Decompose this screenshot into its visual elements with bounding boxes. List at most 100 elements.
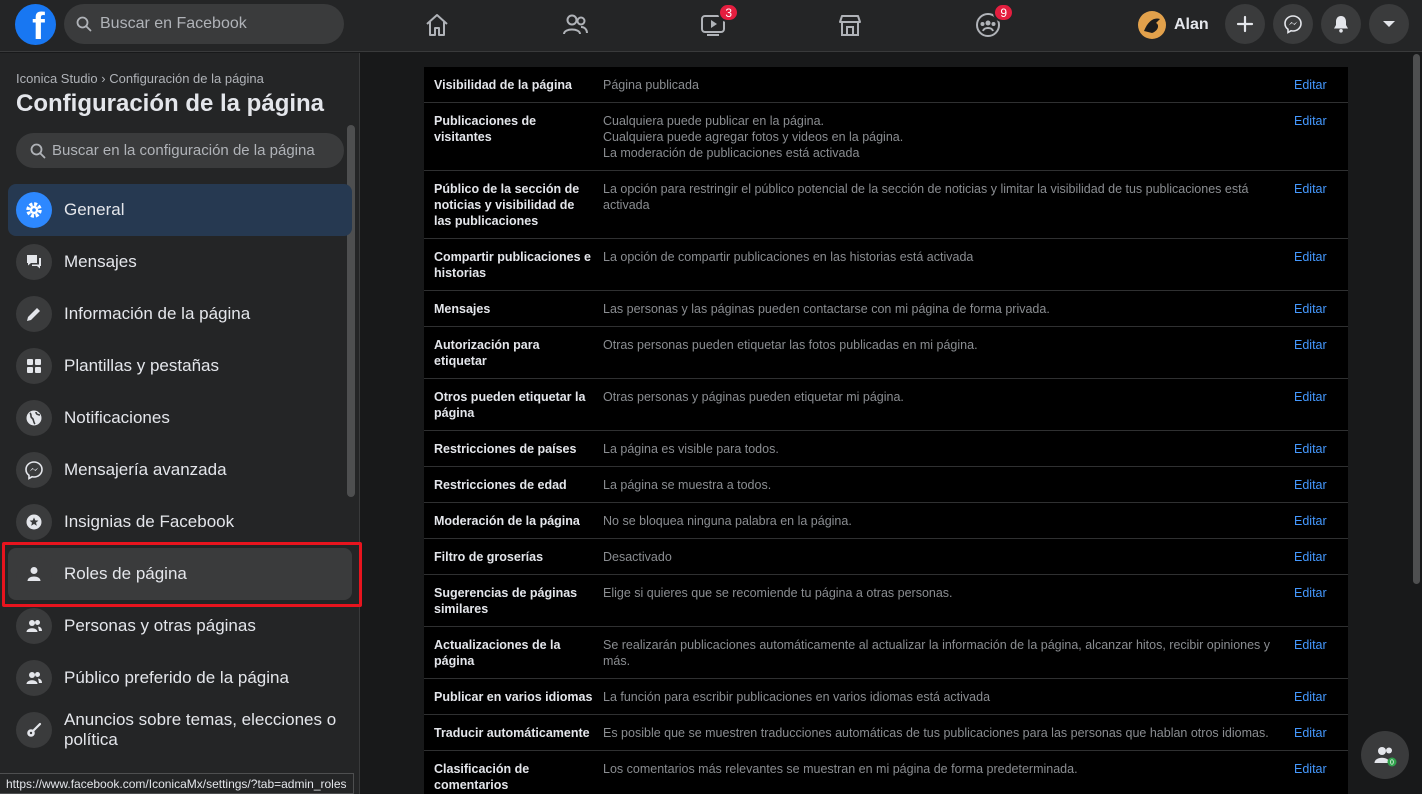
settings-menu: General Mensajes Información de la págin… [8, 184, 352, 756]
sidebar-item-facebook-badges[interactable]: Insignias de Facebook [8, 496, 352, 548]
edit-link[interactable]: Editar [1294, 337, 1348, 369]
edit-link[interactable]: Editar [1294, 637, 1348, 669]
edit-link[interactable]: Editar [1294, 477, 1348, 493]
sidebar-item-preferred-audience[interactable]: Público preferido de la página [8, 652, 352, 704]
sidebar-item-label: General [64, 200, 125, 219]
edit-link[interactable]: Editar [1294, 301, 1348, 317]
people-icon [26, 672, 42, 684]
settings-row: Visibilidad de la página Página publicada… [424, 67, 1348, 103]
edit-link[interactable]: Editar [1294, 181, 1348, 229]
account-menu-button[interactable] [1369, 4, 1409, 44]
globe-icon [26, 410, 42, 426]
settings-row: Traducir automáticamente Es posible que s… [424, 715, 1348, 751]
pencil-icon [27, 308, 40, 321]
settings-row-label: Moderación de la página [434, 514, 580, 528]
edit-link[interactable]: Editar [1294, 249, 1348, 281]
edit-link[interactable]: Editar [1294, 689, 1348, 705]
settings-row-value: Los comentarios más relevantes se muestr… [603, 762, 1078, 776]
person-icon [27, 567, 41, 581]
marketplace-nav[interactable] [830, 6, 870, 44]
profile-name: Alan [1174, 16, 1209, 33]
edit-link[interactable]: Editar [1294, 389, 1348, 421]
plus-icon [1236, 15, 1254, 33]
edit-link[interactable]: Editar [1294, 761, 1348, 793]
settings-row-value: La página es visible para todos. [603, 442, 779, 456]
sidebar-item-label: Público preferido de la página [64, 668, 289, 687]
settings-row-label: Otros pueden etiquetar la página [434, 390, 586, 420]
settings-row-value: Otras personas pueden etiquetar las foto… [603, 338, 978, 352]
sidebar-item-label: Información de la página [64, 304, 251, 323]
settings-row: Actualizaciones de la página Se realizará… [424, 627, 1348, 679]
messenger-icon [25, 461, 43, 480]
sidebar-item-label: Plantillas y pestañas [64, 356, 219, 375]
sidebar-item-label: Mensajería avanzada [64, 460, 227, 479]
sidebar-item-advanced-messaging[interactable]: Mensajería avanzada [8, 444, 352, 496]
search-input[interactable] [100, 15, 330, 33]
facebook-search[interactable] [64, 4, 344, 44]
sidebar-item-templates[interactable]: Plantillas y pestañas [8, 340, 352, 392]
notifications-button[interactable] [1321, 4, 1361, 44]
edit-link[interactable]: Editar [1294, 585, 1348, 617]
watch-badge: 3 [718, 3, 739, 22]
status-bar-url: https://www.facebook.com/IconicaMx/setti… [0, 773, 354, 794]
sidebar-item-page-info[interactable]: Información de la página [8, 288, 352, 340]
sidebar-item-page-roles[interactable]: Roles de página [8, 548, 352, 600]
settings-table: Visibilidad de la página Página publicada… [424, 67, 1348, 794]
edit-link[interactable]: Editar [1294, 513, 1348, 529]
settings-row-value: La página se muestra a todos. [603, 478, 772, 492]
settings-search[interactable] [16, 133, 344, 168]
settings-row-label: Traducir automáticamente [434, 726, 590, 740]
sidebar-item-messages[interactable]: Mensajes [8, 236, 352, 288]
sidebar-item-political-ads[interactable]: Anuncios sobre temas, elecciones o polít… [8, 704, 352, 756]
settings-row-label: Sugerencias de páginas similares [434, 586, 578, 616]
settings-row: Mensajes Las personas y las páginas puede… [424, 291, 1348, 327]
settings-row: Público de la sección de noticias y visi… [424, 171, 1348, 239]
messenger-button[interactable] [1273, 4, 1313, 44]
sidebar-item-label: Anuncios sobre temas, elecciones o polít… [64, 710, 337, 749]
sidebar-item-notifications[interactable]: Notificaciones [8, 392, 352, 444]
friends-icon [563, 14, 588, 35]
gear-icon [26, 202, 42, 218]
main-scrollbar[interactable] [1413, 54, 1420, 584]
bell-icon [1334, 16, 1348, 33]
settings-row-label: Publicar en varios idiomas [434, 690, 593, 704]
settings-row: Publicar en varios idiomas La función par… [424, 679, 1348, 715]
edit-link[interactable]: Editar [1294, 725, 1348, 741]
facebook-logo[interactable]: f [15, 4, 56, 45]
settings-row-label: Restricciones de edad [434, 478, 567, 492]
watch-nav[interactable]: 3 [693, 3, 739, 44]
sidebar-item-label: Mensajes [64, 252, 137, 271]
sidebar-item-people-and-pages[interactable]: Personas y otras páginas [8, 600, 352, 652]
settings-row-value: Es posible que se muestren traducciones … [603, 726, 1269, 740]
page-title: Configuración de la página [16, 90, 325, 117]
settings-row: Restricciones de países La página es visi… [424, 431, 1348, 467]
settings-row-value: Desactivado [603, 550, 672, 564]
home-nav[interactable] [417, 6, 457, 44]
guitar-icon [27, 722, 42, 737]
contacts-button[interactable]: 0 [1361, 731, 1409, 779]
settings-row-value: Página publicada [603, 78, 699, 92]
settings-search-input[interactable] [52, 142, 342, 159]
friends-nav[interactable] [555, 6, 595, 44]
settings-row-label: Clasificación de comentarios [434, 762, 530, 792]
create-button[interactable] [1225, 4, 1265, 44]
edit-link[interactable]: Editar [1294, 113, 1348, 161]
settings-row-label: Visibilidad de la página [434, 78, 573, 92]
sidebar-item-label: Roles de página [64, 564, 187, 583]
people-icon: 0 [1374, 747, 1397, 767]
sidebar-item-label: Personas y otras páginas [64, 616, 256, 635]
breadcrumb[interactable]: Iconica Studio › Configuración de la pág… [16, 71, 264, 86]
settings-row-label: Filtro de groserías [434, 550, 544, 564]
settings-row: Compartir publicaciones e historias La op… [424, 239, 1348, 291]
settings-row-value: Elige si quieres que se recomiende tu pá… [603, 586, 953, 600]
edit-link[interactable]: Editar [1294, 441, 1348, 457]
messenger-icon [1284, 15, 1302, 34]
edit-link[interactable]: Editar [1294, 77, 1348, 93]
sidebar-item-general[interactable]: General [8, 184, 352, 236]
groups-nav[interactable]: 9 [968, 3, 1014, 44]
profile-button[interactable]: Alan [1136, 7, 1217, 43]
edit-link[interactable]: Editar [1294, 549, 1348, 565]
settings-row-label: Mensajes [434, 302, 491, 316]
home-icon [426, 14, 448, 36]
settings-row: Restricciones de edad La página se muestr… [424, 467, 1348, 503]
